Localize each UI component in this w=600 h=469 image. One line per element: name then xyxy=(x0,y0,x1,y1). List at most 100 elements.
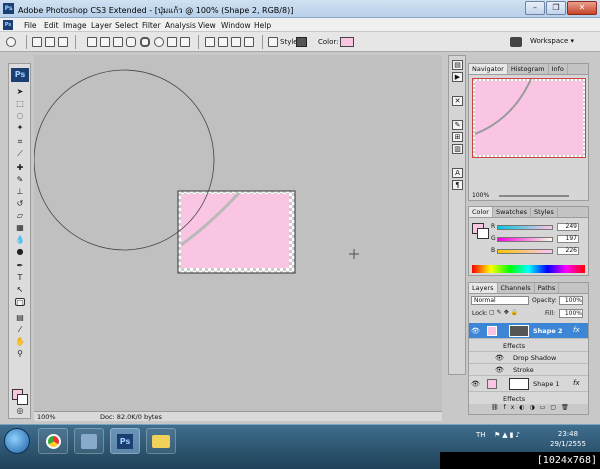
document-icon[interactable]: Ps xyxy=(3,20,13,30)
shape-layers-icon[interactable] xyxy=(32,37,42,47)
intersect-mode-icon[interactable] xyxy=(231,37,241,47)
layer-name[interactable]: Shape 1 xyxy=(533,380,560,388)
chrome-task-icon[interactable] xyxy=(38,428,68,454)
canvas-area[interactable] xyxy=(33,55,442,411)
dodge-tool-icon[interactable]: ● xyxy=(15,248,25,256)
layer-row-shape1[interactable]: 👁 Shape 1 fx xyxy=(469,376,588,392)
combine-mode-icon[interactable] xyxy=(205,37,215,47)
menu-file[interactable]: File xyxy=(24,21,37,30)
effect-drop-shadow[interactable]: 👁 Drop Shadow xyxy=(469,352,588,364)
tab-swatches[interactable]: Swatches xyxy=(493,207,532,217)
tab-navigator[interactable]: Navigator xyxy=(469,64,508,74)
rounded-rectangle-tool-icon[interactable] xyxy=(126,37,136,47)
menu-analysis[interactable]: Analysis xyxy=(165,21,196,30)
history-brush-icon[interactable]: ↺ xyxy=(15,200,25,208)
paths-icon[interactable] xyxy=(45,37,55,47)
menu-image[interactable]: Image xyxy=(63,21,87,30)
pinned-app-icon[interactable] xyxy=(74,428,104,454)
eye-icon[interactable]: 👁 xyxy=(495,354,504,362)
rounded-rect-selected-icon[interactable] xyxy=(140,37,150,47)
fx-icon[interactable]: fx xyxy=(573,326,580,334)
clock[interactable]: 23:48 29/1/2555 xyxy=(550,429,586,449)
style-picker[interactable] xyxy=(296,37,307,47)
background-color-swatch[interactable] xyxy=(17,394,28,405)
fill-pixels-icon[interactable] xyxy=(58,37,68,47)
menu-view[interactable]: View xyxy=(198,21,216,30)
pen-tool-icon[interactable] xyxy=(87,37,97,47)
channel-r-value[interactable]: 249 xyxy=(557,223,579,231)
layer-name[interactable]: Shape 2 xyxy=(533,327,563,335)
ps-logo[interactable]: Ps xyxy=(11,68,29,82)
eyedropper-icon[interactable]: ⁄ xyxy=(15,326,25,334)
eraser-tool-icon[interactable]: ▱ xyxy=(15,212,25,220)
navigator-zoom-slider[interactable] xyxy=(499,195,569,197)
eye-icon[interactable]: 👁 xyxy=(495,366,504,374)
tool-presets-icon[interactable]: ✕ xyxy=(452,96,463,106)
marquee-tool-icon[interactable]: ⬚ xyxy=(15,100,25,108)
history-panel-icon[interactable]: ▤ xyxy=(452,60,463,70)
layers-bottom-toolbar[interactable]: ⛓fx◐◑▭▢🗑 xyxy=(469,404,588,414)
blend-mode-select[interactable]: Normal xyxy=(471,296,529,305)
tab-paths[interactable]: Paths xyxy=(535,283,560,293)
type-tool-icon[interactable]: T xyxy=(15,274,25,282)
restore-button[interactable]: ❐ xyxy=(546,1,566,15)
move-tool-icon[interactable]: ➤ xyxy=(15,88,25,96)
menu-filter[interactable]: Filter xyxy=(142,21,161,30)
document-canvas[interactable] xyxy=(33,55,442,411)
opacity-input[interactable]: 100% xyxy=(559,296,583,305)
layer-row-shape2[interactable]: 👁 Shape 2 fx xyxy=(469,323,588,339)
eye-icon[interactable]: 👁 xyxy=(471,327,480,335)
tab-styles[interactable]: Styles xyxy=(531,207,558,217)
ellipse-preset-icon[interactable] xyxy=(6,37,16,47)
menu-select[interactable]: Select xyxy=(115,21,138,30)
tab-layers[interactable]: Layers xyxy=(469,283,498,293)
healing-brush-icon[interactable]: ✚ xyxy=(15,164,25,172)
explorer-task-icon[interactable] xyxy=(146,428,176,454)
channel-r-slider[interactable] xyxy=(497,225,553,230)
quick-mask-icon[interactable]: ◎ xyxy=(15,407,25,415)
start-button[interactable] xyxy=(4,428,30,454)
zoom-tool-icon[interactable]: ⚲ xyxy=(15,350,25,358)
ellipse-tool-icon[interactable] xyxy=(154,37,164,47)
workspace-menu[interactable]: Workspace ▾ xyxy=(530,37,574,45)
close-button[interactable]: ✕ xyxy=(567,1,597,15)
clone-source-icon[interactable]: ⊞ xyxy=(452,132,463,142)
brush-tool-icon[interactable]: ✎ xyxy=(15,176,25,184)
tray-icons[interactable]: ⚑▲▮♪ xyxy=(494,431,522,439)
layer-comps-icon[interactable]: ▥ xyxy=(452,144,463,154)
fx-icon[interactable]: fx xyxy=(573,379,580,387)
exclude-mode-icon[interactable] xyxy=(244,37,254,47)
hand-tool-icon[interactable]: ✋ xyxy=(15,338,25,346)
menu-layer[interactable]: Layer xyxy=(91,21,112,30)
lock-icons[interactable]: ▢✎✥🔒 xyxy=(489,309,520,316)
channel-b-slider[interactable] xyxy=(497,249,553,254)
effects-row[interactable]: Effects xyxy=(469,340,588,352)
subtract-mode-icon[interactable] xyxy=(218,37,228,47)
fill-input[interactable]: 100% xyxy=(559,309,583,318)
rectangle-tool-icon[interactable] xyxy=(113,37,123,47)
brushes-panel-icon[interactable]: ✎ xyxy=(452,120,463,130)
channel-b-value[interactable]: 226 xyxy=(557,247,579,255)
eye-icon[interactable]: 👁 xyxy=(471,380,480,388)
effect-stroke[interactable]: 👁 Stroke xyxy=(469,364,588,376)
bridge-icon[interactable] xyxy=(510,37,522,47)
character-panel-icon[interactable]: A xyxy=(452,168,463,178)
freeform-pen-icon[interactable] xyxy=(100,37,110,47)
channel-g-slider[interactable] xyxy=(497,237,553,242)
lasso-tool-icon[interactable]: ◌ xyxy=(15,112,25,120)
blur-tool-icon[interactable]: 💧 xyxy=(15,236,25,244)
paragraph-panel-icon[interactable]: ¶ xyxy=(452,180,463,190)
shape-tool-icon[interactable]: ▢ xyxy=(15,298,25,307)
tab-histogram[interactable]: Histogram xyxy=(508,64,549,74)
navigator-zoom[interactable]: 100% xyxy=(472,192,489,199)
tab-color[interactable]: Color xyxy=(469,207,493,217)
crop-tool-icon[interactable]: ⌗ xyxy=(15,138,25,146)
photoshop-task-icon[interactable]: Ps xyxy=(110,428,140,454)
zoom-level[interactable]: 100% xyxy=(37,413,56,421)
clone-stamp-icon[interactable]: ⊥ xyxy=(15,188,25,196)
actions-panel-icon[interactable]: ▶ xyxy=(452,72,463,82)
notes-tool-icon[interactable]: ▤ xyxy=(15,314,25,322)
shape-color-swatch[interactable] xyxy=(340,37,354,47)
menu-help[interactable]: Help xyxy=(254,21,271,30)
gradient-tool-icon[interactable]: ▦ xyxy=(15,224,25,232)
